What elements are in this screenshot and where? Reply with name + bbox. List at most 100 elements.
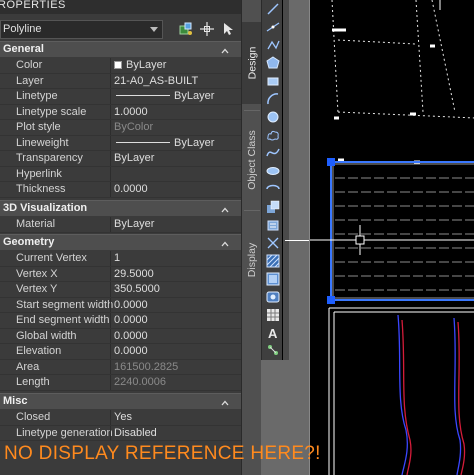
tool-ellipse[interactable] [264, 163, 281, 179]
property-row[interactable]: Linetype scale 1.0000 [0, 104, 241, 120]
property-value[interactable]: 0.0000 [114, 330, 148, 342]
property-value[interactable]: 0.0000 [114, 345, 148, 357]
point-icon [267, 237, 278, 249]
object-type-dropdown[interactable]: Polyline [0, 20, 163, 39]
property-label: Current Vertex [16, 252, 87, 264]
property-row[interactable]: Elevation 0.0000 [0, 344, 241, 360]
property-row[interactable]: Linetype generation Disabled [0, 425, 241, 441]
collapse-chevron-icon [221, 400, 229, 406]
select-objects-button[interactable] [198, 20, 216, 38]
tool-table[interactable] [264, 307, 281, 323]
property-value[interactable]: 350.5000 [114, 283, 160, 295]
property-row[interactable]: Closed Yes [0, 410, 241, 426]
tool-rectangle[interactable] [264, 73, 281, 89]
tool-spline[interactable] [264, 145, 281, 161]
toggle-pickadd-button[interactable] [219, 20, 237, 38]
property-row[interactable]: Area 161500.2825 [0, 359, 241, 375]
property-value[interactable]: ByColor [114, 121, 153, 133]
property-row[interactable]: Color ByLayer [0, 58, 241, 74]
property-value-text: 0.0000 [114, 314, 148, 326]
tool-polyline[interactable] [264, 37, 281, 53]
arc-icon [266, 93, 278, 105]
property-value-text: 21-A0_AS-BUILT [114, 74, 199, 87]
tool-gradient[interactable] [264, 271, 281, 287]
tab-design[interactable]: Design [242, 22, 262, 104]
tool-revision-cloud[interactable] [264, 127, 281, 143]
property-label: Thickness [16, 183, 66, 195]
tab-separator [244, 110, 260, 111]
revision-cloud-icon [266, 130, 279, 141]
property-row[interactable]: Material ByLayer [0, 217, 241, 233]
property-row[interactable]: Linetype ByLayer [0, 89, 241, 105]
section-misc[interactable]: Misc [0, 393, 241, 409]
property-row[interactable]: Vertex Y 350.5000 [0, 282, 241, 298]
tool-point[interactable] [264, 235, 281, 251]
palette-title-bar[interactable]: ROPERTIES [0, 0, 241, 14]
property-value[interactable]: 2240.0006 [114, 376, 166, 388]
property-row[interactable]: Length 2240.0006 [0, 375, 241, 391]
tool-add-selected[interactable] [264, 342, 281, 358]
section-3d-visualization[interactable]: 3D Visualization [0, 200, 241, 216]
tab-design-label: Design [246, 46, 258, 80]
svg-text:A: A [268, 326, 278, 340]
property-value[interactable]: 0.0000 [114, 314, 148, 326]
property-value[interactable]: 29.5000 [114, 268, 154, 280]
tool-construction-line[interactable] [264, 19, 281, 35]
tool-circle[interactable] [264, 109, 281, 125]
section-geometry[interactable]: Geometry [0, 234, 241, 250]
tool-make-block[interactable] [264, 217, 281, 233]
tool-hatch[interactable] [264, 253, 281, 269]
property-row[interactable]: Plot style ByColor [0, 120, 241, 136]
property-value[interactable]: 21-A0_AS-BUILT [114, 75, 198, 87]
quick-select-button[interactable] [177, 20, 195, 38]
drawing-canvas[interactable] [309, 0, 474, 475]
property-row[interactable]: Lineweight ByLayer [0, 135, 241, 151]
tab-display[interactable]: Display [242, 212, 262, 308]
add-selected-icon [267, 345, 278, 355]
property-value[interactable]: ByLayer [116, 137, 214, 149]
property-row[interactable]: Global width 0.0000 [0, 328, 241, 344]
property-value[interactable]: ByLayer [114, 218, 154, 230]
property-value[interactable]: 161500.2825 [114, 361, 178, 373]
property-value[interactable]: 0.0000 [114, 183, 148, 195]
property-row[interactable]: Start segment width 0.0000 [0, 297, 241, 313]
property-value[interactable]: ByLayer [114, 59, 166, 71]
tool-arc[interactable] [264, 91, 281, 107]
property-value[interactable]: 1 [114, 252, 120, 264]
column-divider [110, 58, 111, 73]
property-value-text: ByLayer [114, 152, 155, 164]
property-row[interactable]: Current Vertex 1 [0, 251, 241, 267]
property-value[interactable]: Disabled [114, 427, 157, 439]
construction-line-icon [266, 22, 279, 32]
property-value[interactable]: ByLayer [114, 152, 154, 164]
property-row[interactable]: End segment width 0.0000 [0, 313, 241, 329]
drawing-viewport[interactable] [310, 0, 474, 475]
property-value-text: 0.0000 [114, 345, 148, 357]
tool-line[interactable] [264, 1, 281, 17]
property-value[interactable]: Yes [114, 411, 132, 423]
tool-polygon[interactable] [264, 55, 281, 71]
grip-top-left [327, 158, 335, 166]
property-row[interactable]: Thickness 0.0000 [0, 182, 241, 198]
tool-multiline-text[interactable]: A [264, 325, 281, 341]
property-value[interactable]: ByLayer [116, 90, 214, 102]
tab-object-class[interactable]: Object Class [242, 112, 262, 208]
property-label: Start segment width [16, 298, 114, 311]
property-row[interactable]: Layer 21-A0_AS-BUILT [0, 73, 241, 89]
collapse-chevron-icon [221, 207, 229, 213]
property-label: Linetype generation [16, 426, 113, 439]
property-label: Layer [16, 74, 44, 87]
property-row[interactable]: Transparency ByLayer [0, 151, 241, 167]
rectangle-icon [267, 77, 278, 86]
property-label: Material [16, 218, 56, 230]
property-value[interactable]: 0.0000 [114, 299, 148, 311]
property-row[interactable]: Hyperlink [0, 166, 241, 182]
tool-ellipse-arc[interactable] [264, 181, 281, 197]
property-value[interactable]: 1.0000 [114, 106, 148, 118]
property-row[interactable]: Vertex X 29.5000 [0, 266, 241, 282]
tool-region[interactable] [264, 289, 281, 305]
tool-insert-block[interactable] [264, 199, 281, 215]
collapse-chevron-icon [221, 48, 229, 54]
section-general[interactable]: General [0, 41, 241, 57]
selected-polyline[interactable] [327, 158, 474, 304]
